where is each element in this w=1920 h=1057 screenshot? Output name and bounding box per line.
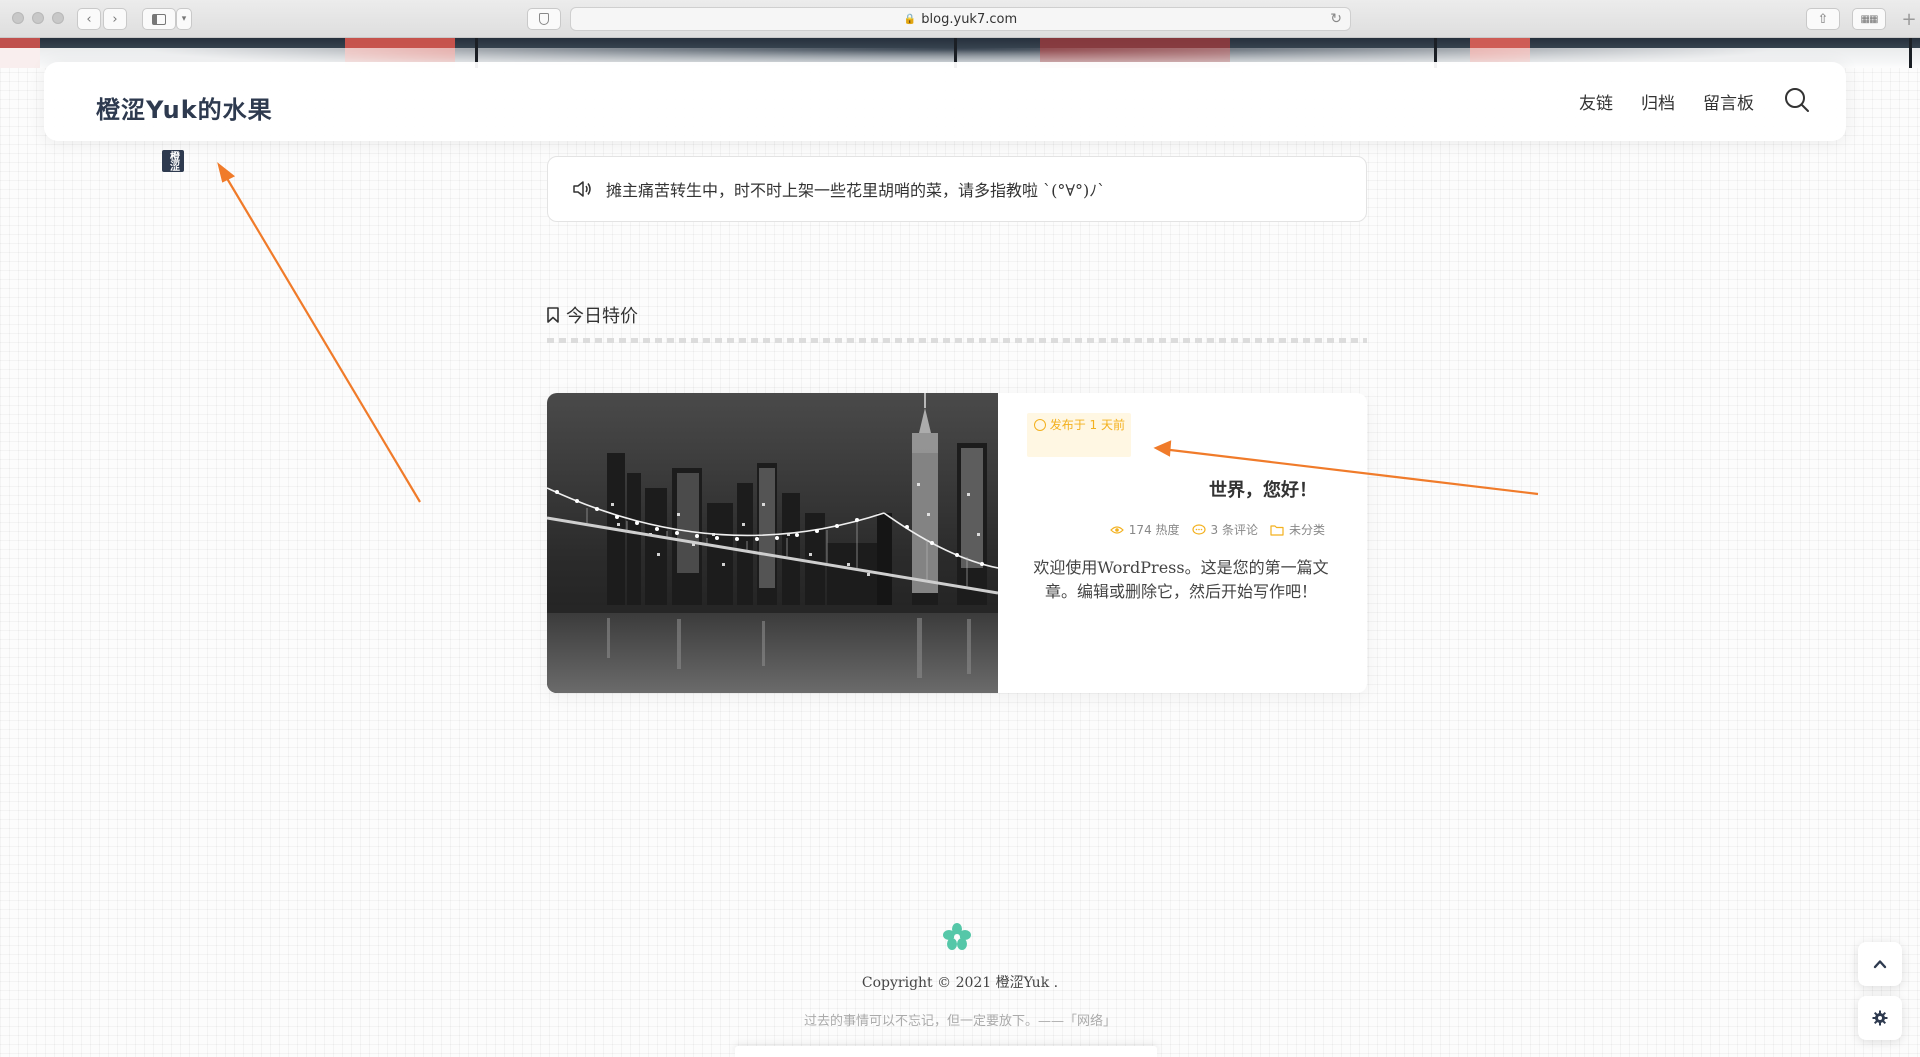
- sidebar-icon: [152, 13, 166, 25]
- back-button[interactable]: ‹: [77, 8, 101, 30]
- bottom-panel-tab[interactable]: [735, 1046, 1157, 1057]
- site-logo[interactable]: 橙涩Yuk的水果: [96, 90, 273, 125]
- reload-icon[interactable]: ↻: [1330, 11, 1342, 27]
- tabs-icon: ▦▦: [1860, 13, 1879, 25]
- chevron-up-icon: [1873, 960, 1887, 969]
- section-title: 今日特价: [566, 306, 638, 327]
- share-button[interactable]: ⇧: [1806, 8, 1840, 30]
- scroll-to-top-button[interactable]: [1858, 942, 1902, 986]
- section-heading: 今日特价: [546, 302, 638, 328]
- site-header: 橙涩Yuk的水果 友链 归档 留言板: [44, 62, 1846, 141]
- settings-button[interactable]: [1858, 996, 1902, 1040]
- comment-icon: [1191, 523, 1206, 535]
- sidebar-toggle-button[interactable]: [142, 8, 176, 30]
- window-minimize-button[interactable]: [32, 12, 44, 24]
- post-comments[interactable]: 3 条评论: [1191, 521, 1258, 538]
- search-icon[interactable]: [1784, 87, 1810, 113]
- announcement-box: 摊主痛苦转生中，时不时上架一些花里胡哨的菜，请多指教啦 `(°∀°)ﾉ`: [547, 156, 1367, 222]
- post-meta: 174 热度 3 条评论 未分类: [1109, 521, 1325, 538]
- sidebar-widget-tag[interactable]: 橙涩: [162, 150, 184, 172]
- window-zoom-button[interactable]: [52, 12, 64, 24]
- url-text: blog.yuk7.com: [921, 11, 1018, 27]
- post-date-text: 发布于 1 天前: [1049, 418, 1125, 432]
- window-close-button[interactable]: [12, 12, 24, 24]
- post-thumbnail-image[interactable]: [547, 393, 998, 693]
- post-views-text: 174 热度: [1128, 523, 1180, 537]
- post-category-text: 未分类: [1288, 523, 1325, 537]
- clock-icon: [1033, 419, 1046, 431]
- footer-quote: 过去的事情可以不忘记，但一定要放下。——「网络」: [803, 1014, 1116, 1029]
- post-title[interactable]: 世界，您好！: [1209, 476, 1317, 502]
- announcement-text: 摊主痛苦转生中，时不时上架一些花里胡哨的菜，请多指教啦 `(°∀°)ﾉ`: [606, 181, 1106, 200]
- copyright-text: Copyright © 2021 橙涩Yuk .: [861, 975, 1059, 991]
- share-icon: ⇧: [1817, 11, 1829, 27]
- chevron-left-icon: ‹: [86, 11, 92, 27]
- post-category[interactable]: 未分类: [1270, 521, 1325, 538]
- section-divider: [547, 338, 1367, 343]
- flower-icon: [943, 923, 971, 950]
- nav-link-guestbook[interactable]: 留言板: [1703, 89, 1754, 114]
- annotation-arrowhead-left: [217, 162, 236, 183]
- sidebar-menu-button[interactable]: ▾: [176, 8, 192, 30]
- nav-link-friends[interactable]: 友链: [1579, 89, 1613, 114]
- post-comments-text: 3 条评论: [1210, 523, 1258, 537]
- forward-button[interactable]: ›: [103, 8, 127, 30]
- post-views: 174 热度: [1109, 521, 1180, 538]
- chevron-down-icon: ▾: [181, 14, 187, 24]
- plus-icon: +: [1901, 8, 1917, 30]
- post-date-badge: 发布于 1 天前: [1027, 413, 1131, 457]
- speaker-icon: [573, 181, 591, 197]
- new-tab-button[interactable]: +: [1898, 8, 1920, 30]
- address-bar[interactable]: 🔒 blog.yuk7.com ↻: [570, 7, 1351, 31]
- eye-icon: [1109, 525, 1124, 534]
- gear-icon: [1872, 1010, 1888, 1026]
- annotation-arrow-left: [221, 169, 421, 503]
- main-nav: 友链 归档 留言板: [1579, 89, 1754, 114]
- chevron-right-icon: ›: [112, 11, 118, 27]
- post-body: 发布于 1 天前 世界，您好！ 174 热度 3 条评论 未分类 欢迎使用Wor…: [998, 393, 1367, 693]
- post-card[interactable]: 发布于 1 天前 世界，您好！ 174 热度 3 条评论 未分类 欢迎使用Wor…: [547, 393, 1367, 693]
- sidebar-widget-label: 橙涩: [167, 151, 179, 171]
- browser-toolbar: ‹ › ▾ 🔒 blog.yuk7.com ↻ ⇧ ▦▦ +: [0, 0, 1920, 38]
- post-excerpt: 欢迎使用WordPress。这是您的第一篇文章。编辑或删除它，然后开始写作吧！: [1033, 558, 1329, 601]
- tabs-overview-button[interactable]: ▦▦: [1852, 8, 1886, 30]
- folder-icon: [1270, 524, 1284, 536]
- bookmark-icon: [547, 307, 559, 323]
- privacy-report-button[interactable]: [527, 8, 561, 30]
- lock-icon: 🔒: [903, 13, 917, 25]
- nav-link-archive[interactable]: 归档: [1641, 89, 1675, 114]
- shield-icon: [539, 13, 549, 25]
